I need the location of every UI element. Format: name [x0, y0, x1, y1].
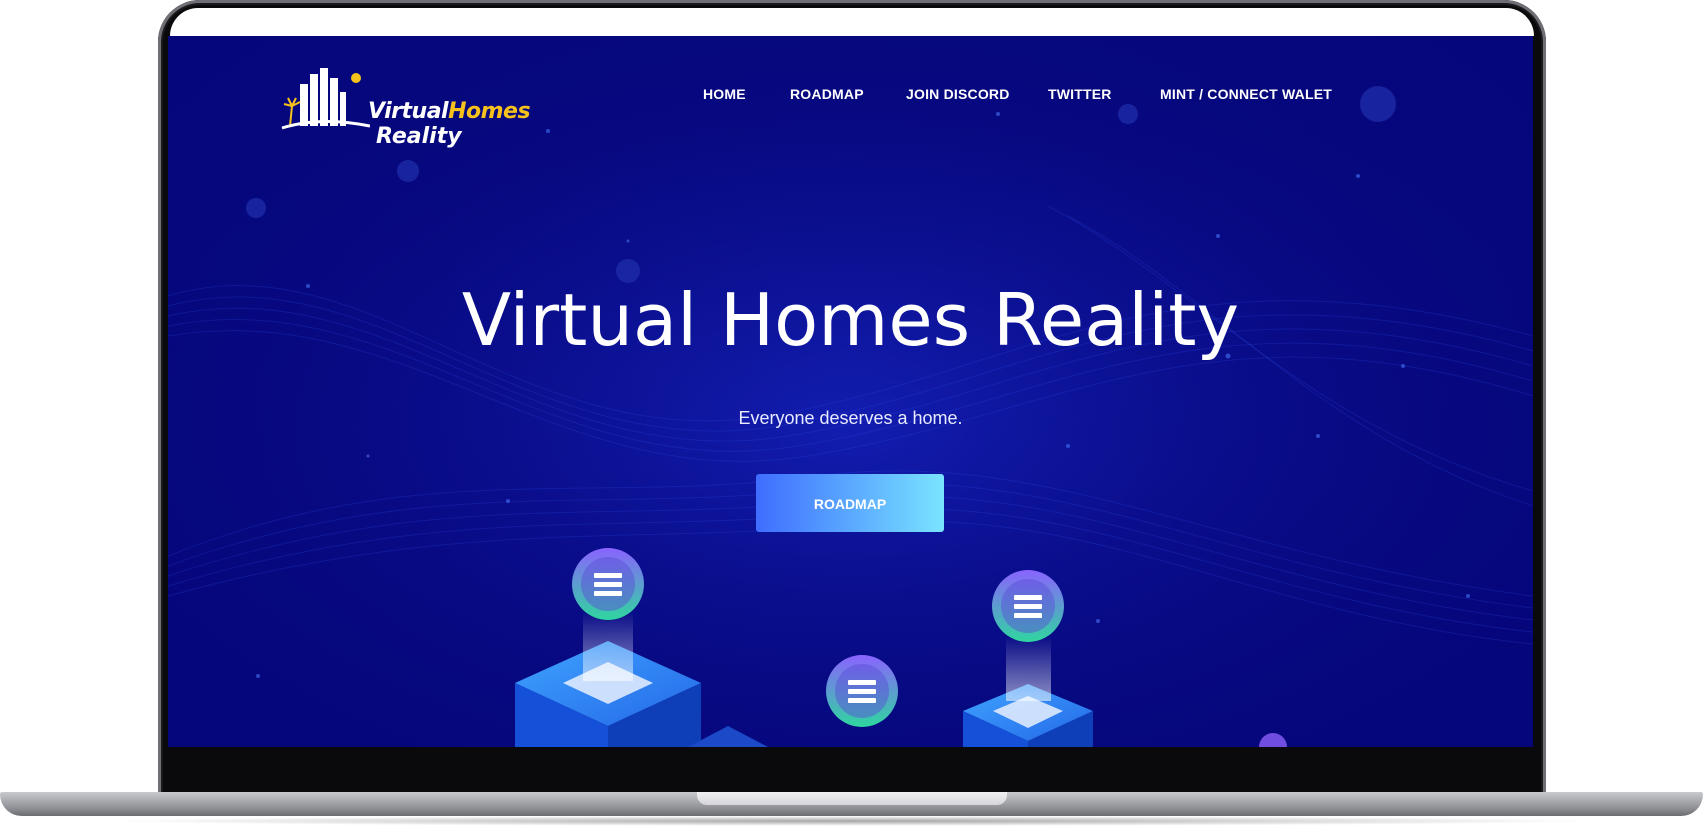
solana-coin-icon	[826, 655, 898, 727]
laptop-shadow	[100, 816, 1603, 826]
laptop-bezel-top	[170, 8, 1534, 36]
solana-coin-icon	[992, 570, 1064, 642]
solana-coin-icon	[572, 548, 644, 620]
isometric-cube-left	[515, 611, 701, 747]
isometric-cube-right	[963, 636, 1093, 747]
laptop-screen: VirtualHomes Reality HOME ROADMAP JOIN D…	[168, 36, 1533, 747]
laptop-base-notch	[697, 792, 1007, 805]
hero-illustration	[515, 548, 1287, 747]
